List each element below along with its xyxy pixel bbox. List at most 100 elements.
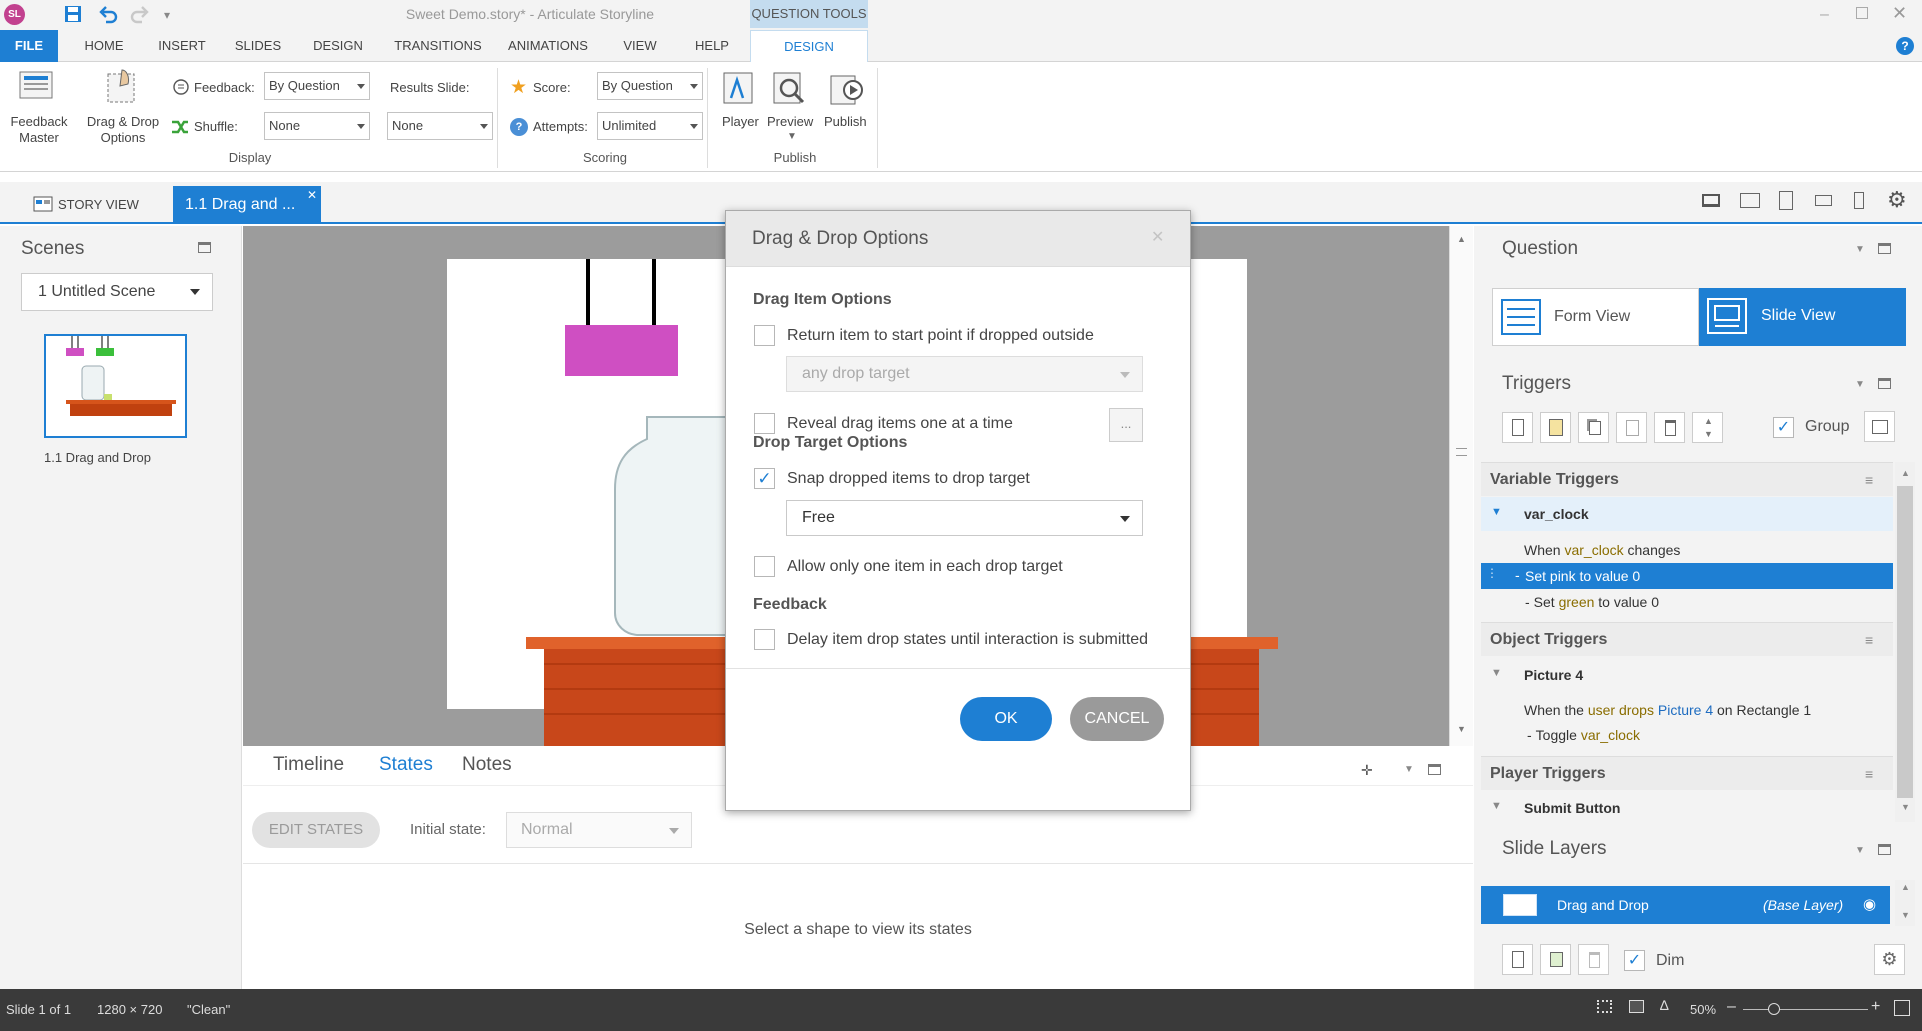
- reveal-items-checkbox[interactable]: [754, 413, 775, 434]
- slide-sorter-icon[interactable]: [1629, 1000, 1644, 1013]
- panel-float-icon[interactable]: [1878, 243, 1891, 254]
- picture-4-row[interactable]: ▼ Picture 4: [1481, 657, 1893, 691]
- delete-layer-button[interactable]: [1578, 944, 1609, 975]
- minimize-icon[interactable]: –: [1820, 6, 1829, 24]
- panel-float-icon[interactable]: [1878, 378, 1891, 389]
- feedback-master-label[interactable]: Feedback Master: [6, 114, 72, 146]
- slide-thumbnail[interactable]: [44, 334, 187, 438]
- edit-trigger-button[interactable]: [1540, 412, 1571, 443]
- expand-icon[interactable]: ▼: [1491, 506, 1502, 518]
- device-tablet-landscape-icon[interactable]: [1740, 193, 1760, 208]
- trigger-event-link[interactable]: user drops: [1588, 702, 1654, 718]
- delay-states-checkbox[interactable]: [754, 629, 775, 650]
- snap-items-label[interactable]: Snap dropped items to drop target: [787, 470, 1030, 488]
- close-window-icon[interactable]: ✕: [1892, 3, 1907, 24]
- tab-notes[interactable]: Notes: [462, 754, 512, 776]
- shuffle-select[interactable]: None: [264, 112, 370, 140]
- paste-trigger-button[interactable]: [1616, 412, 1647, 443]
- scroll-up-icon[interactable]: ▲: [1901, 882, 1910, 892]
- restore-icon[interactable]: [1856, 7, 1868, 19]
- layer-properties-button[interactable]: ⚙: [1874, 944, 1905, 975]
- edit-states-button[interactable]: EDIT STATES: [252, 812, 380, 848]
- tab-help[interactable]: HELP: [686, 30, 738, 62]
- attempts-select[interactable]: Unlimited: [597, 112, 703, 140]
- trigger-variable-link[interactable]: var_clock: [1581, 727, 1640, 743]
- reveal-order-button[interactable]: ...: [1109, 408, 1143, 442]
- tab-home[interactable]: HOME: [76, 30, 132, 62]
- collapse-section-icon[interactable]: ≡: [1865, 623, 1873, 657]
- tab-view[interactable]: VIEW: [614, 30, 666, 62]
- copy-trigger-button[interactable]: [1578, 412, 1609, 443]
- variable-triggers-header[interactable]: Variable Triggers ≡: [1481, 462, 1893, 496]
- drag-drop-options-label[interactable]: Drag & Drop Options: [80, 114, 166, 146]
- triggers-scrollbar[interactable]: ▲ ▼: [1895, 462, 1915, 822]
- return-item-label[interactable]: Return item to start point if dropped ou…: [787, 327, 1094, 345]
- trigger-set-green[interactable]: - Set green to value 0: [1525, 594, 1659, 610]
- help-icon[interactable]: ?: [1896, 37, 1914, 55]
- slide-tab[interactable]: 1.1 Drag and ...: [173, 186, 321, 224]
- snap-mode-select[interactable]: Free: [786, 500, 1143, 536]
- scroll-down-icon[interactable]: ▼: [1457, 724, 1466, 734]
- new-layer-button[interactable]: [1502, 944, 1533, 975]
- device-phone-landscape-icon[interactable]: [1815, 195, 1832, 206]
- normal-view-icon[interactable]: [1597, 1000, 1612, 1013]
- scroll-up-icon[interactable]: ▲: [1901, 468, 1910, 478]
- stage-scrollbar[interactable]: ▲ ▼: [1449, 226, 1473, 746]
- trigger-when-changes[interactable]: When var_clock changes: [1524, 542, 1680, 558]
- trigger-variable-link[interactable]: var_clock: [1564, 542, 1623, 558]
- reveal-items-label[interactable]: Reveal drag items one at a time: [787, 415, 1013, 433]
- drag-handle-icon[interactable]: ⋮: [1486, 566, 1498, 580]
- drop-target-select[interactable]: any drop target: [786, 356, 1143, 392]
- initial-state-select[interactable]: Normal: [506, 812, 692, 848]
- close-icon[interactable]: ✕: [1151, 227, 1164, 247]
- trigger-object-link[interactable]: Picture 4: [1658, 702, 1713, 718]
- presenter-icon[interactable]: ∆: [1660, 997, 1669, 1013]
- cancel-button[interactable]: CANCEL: [1070, 697, 1164, 741]
- player-triggers-header[interactable]: Player Triggers ≡: [1481, 756, 1893, 790]
- panel-dropdown-icon[interactable]: ▼: [1404, 764, 1414, 775]
- panel-dropdown-icon[interactable]: ▼: [1855, 379, 1865, 390]
- base-layer-row[interactable]: Drag and Drop (Base Layer) ◉: [1481, 886, 1890, 924]
- zoom-out-icon[interactable]: –: [1727, 998, 1736, 1016]
- object-triggers-header[interactable]: Object Triggers ≡: [1481, 622, 1893, 656]
- story-view-tab[interactable]: STORY VIEW: [28, 190, 139, 220]
- trigger-when-user-drops[interactable]: When the user drops Picture 4 on Rectang…: [1524, 702, 1811, 718]
- delay-states-label[interactable]: Delay item drop states until interaction…: [787, 631, 1148, 649]
- player-icon[interactable]: [721, 70, 757, 108]
- only-one-item-checkbox[interactable]: [754, 556, 775, 577]
- preview-dropdown-icon[interactable]: ▼: [787, 131, 797, 142]
- move-trigger-button[interactable]: ▲ ▼: [1692, 412, 1723, 443]
- preview-label[interactable]: Preview: [767, 114, 813, 129]
- tab-slides[interactable]: SLIDES: [228, 30, 288, 62]
- zoom-slider-thumb[interactable]: [1768, 1003, 1780, 1015]
- eye-icon[interactable]: ◉: [1863, 895, 1876, 913]
- trigger-variables-button[interactable]: [1864, 411, 1895, 442]
- zoom-slider[interactable]: [1743, 1009, 1868, 1010]
- scroll-thumb[interactable]: [1897, 486, 1913, 798]
- form-view-button[interactable]: Form View: [1492, 288, 1699, 346]
- snap-items-checkbox[interactable]: ✓: [754, 468, 775, 489]
- tab-animations[interactable]: ANIMATIONS: [500, 30, 596, 62]
- delete-trigger-button[interactable]: [1654, 412, 1685, 443]
- return-item-checkbox[interactable]: [754, 325, 775, 346]
- fit-to-window-icon[interactable]: [1894, 1000, 1910, 1016]
- score-select[interactable]: By Question: [597, 72, 703, 100]
- expand-icon[interactable]: ▼: [1491, 800, 1502, 812]
- panel-float-icon[interactable]: [1428, 764, 1441, 775]
- collapse-section-icon[interactable]: ≡: [1865, 757, 1873, 791]
- tab-transitions[interactable]: TRANSITIONS: [388, 30, 488, 62]
- tab-insert[interactable]: INSERT: [152, 30, 212, 62]
- tab-design[interactable]: DESIGN: [306, 30, 370, 62]
- scroll-down-icon[interactable]: ▼: [1901, 802, 1910, 812]
- preview-icon[interactable]: [771, 70, 809, 108]
- states-pin-icon[interactable]: ✛: [1361, 762, 1373, 779]
- group-checkbox[interactable]: ✓: [1773, 417, 1794, 438]
- device-phone-portrait-icon[interactable]: [1854, 192, 1864, 209]
- device-tablet-portrait-icon[interactable]: [1779, 191, 1793, 210]
- panel-float-icon[interactable]: [1878, 844, 1891, 855]
- panel-dropdown-icon[interactable]: ▼: [1855, 244, 1865, 255]
- trigger-toggle-var-clock[interactable]: - Toggle var_clock: [1527, 727, 1640, 743]
- trigger-set-pink-row[interactable]: ⋮ Set pink to value 0 -: [1481, 563, 1893, 589]
- submit-button-row[interactable]: ▼ Submit Button: [1481, 791, 1893, 821]
- device-desktop-icon[interactable]: [1702, 194, 1720, 207]
